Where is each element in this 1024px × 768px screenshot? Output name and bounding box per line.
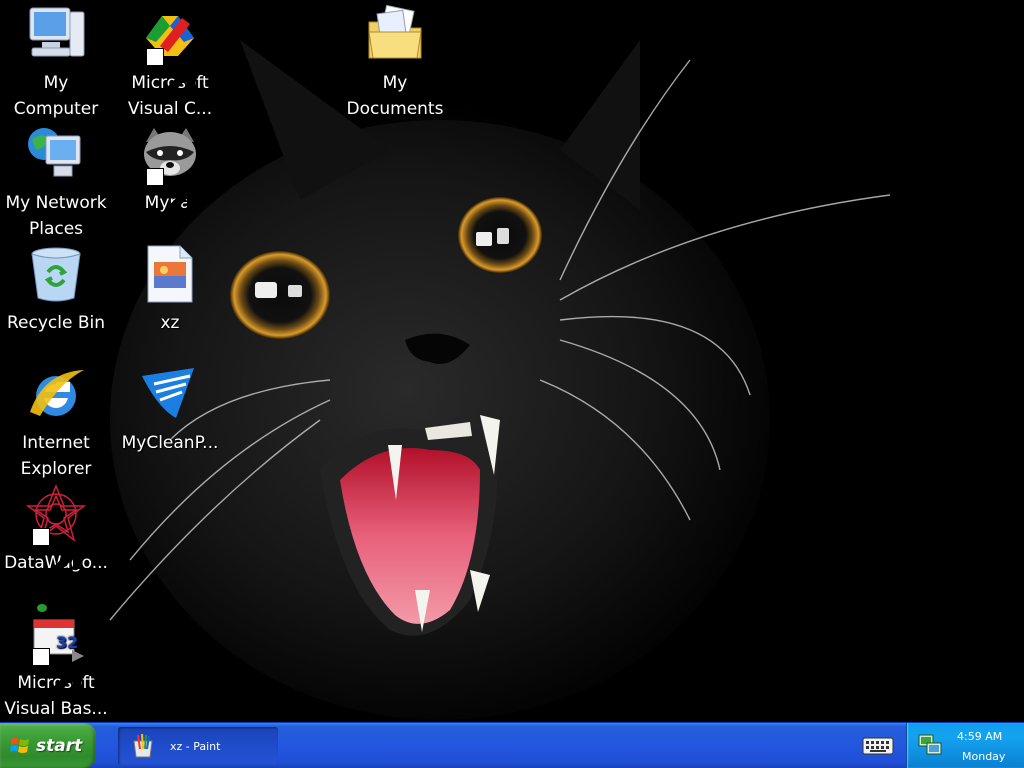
icon-label: Internet Explorer — [20, 433, 92, 479]
shortcut-arrow-icon — [32, 648, 81, 700]
desktop-icon-ms-visual-basic[interactable]: 32 Microsoft Visual Bas... — [0, 600, 112, 722]
image-file-icon — [147, 245, 193, 303]
network-connection-icon[interactable] — [917, 731, 945, 759]
desktop-icon-mypal[interactable]: Mypal — [114, 120, 226, 220]
desktop-icon-my-network-places[interactable]: My Network Places — [0, 120, 112, 242]
folder-documents-icon — [368, 4, 422, 59]
my-computer-icon — [29, 7, 85, 57]
desktop-icon-ms-visual-c[interactable]: Microsoft Visual C... — [114, 0, 226, 122]
icon-label: MyCleanP... — [121, 433, 219, 453]
desktop[interactable]: My Computer Microsoft Visual C... My Doc… — [0, 0, 1024, 722]
shortcut-arrow-icon — [146, 48, 195, 100]
paint-icon — [133, 733, 153, 758]
start-label: start — [36, 735, 83, 756]
recycle-bin-icon — [31, 247, 81, 302]
start-button[interactable]: start — [0, 723, 96, 768]
network-places-icon — [28, 128, 81, 177]
shortcut-arrow-icon — [146, 168, 195, 220]
internet-explorer-icon — [30, 370, 84, 416]
icon-label: xz — [160, 313, 180, 333]
icon-label: My Network Places — [5, 193, 107, 239]
desktop-icon-recycle-bin[interactable]: Recycle Bin — [0, 240, 112, 336]
taskbar-button-paint[interactable]: xz - Paint — [118, 727, 278, 765]
taskbar-button-label: xz - Paint — [170, 739, 221, 753]
desktop-icon-xz[interactable]: xz — [114, 240, 226, 336]
keyboard-icon[interactable] — [862, 733, 894, 757]
desktop-icon-internet-explorer[interactable]: Internet Explorer — [0, 360, 112, 482]
desktop-icon-my-documents[interactable]: My Documents — [339, 0, 451, 122]
icon-label: My Documents — [346, 73, 444, 119]
clock-time[interactable]: 4:59 AM — [957, 730, 1002, 743]
shield-wing-icon — [142, 368, 194, 418]
icon-label: My Computer — [13, 73, 99, 119]
windows-logo-icon — [10, 737, 29, 753]
desktop-icon-mycleanpc[interactable]: MyCleanP... — [114, 360, 226, 456]
shortcut-arrow-icon — [32, 528, 81, 580]
taskbar: start xz - Paint 4:59 AM Monday — [0, 722, 1024, 768]
desktop-icon-datawagon[interactable]: DataWago... — [0, 480, 112, 580]
icon-label: Recycle Bin — [6, 313, 105, 333]
desktop-icon-my-computer[interactable]: My Computer — [0, 0, 112, 122]
system-tray: 4:59 AM Monday — [906, 723, 1024, 768]
clock-day[interactable]: Monday — [962, 750, 1005, 763]
